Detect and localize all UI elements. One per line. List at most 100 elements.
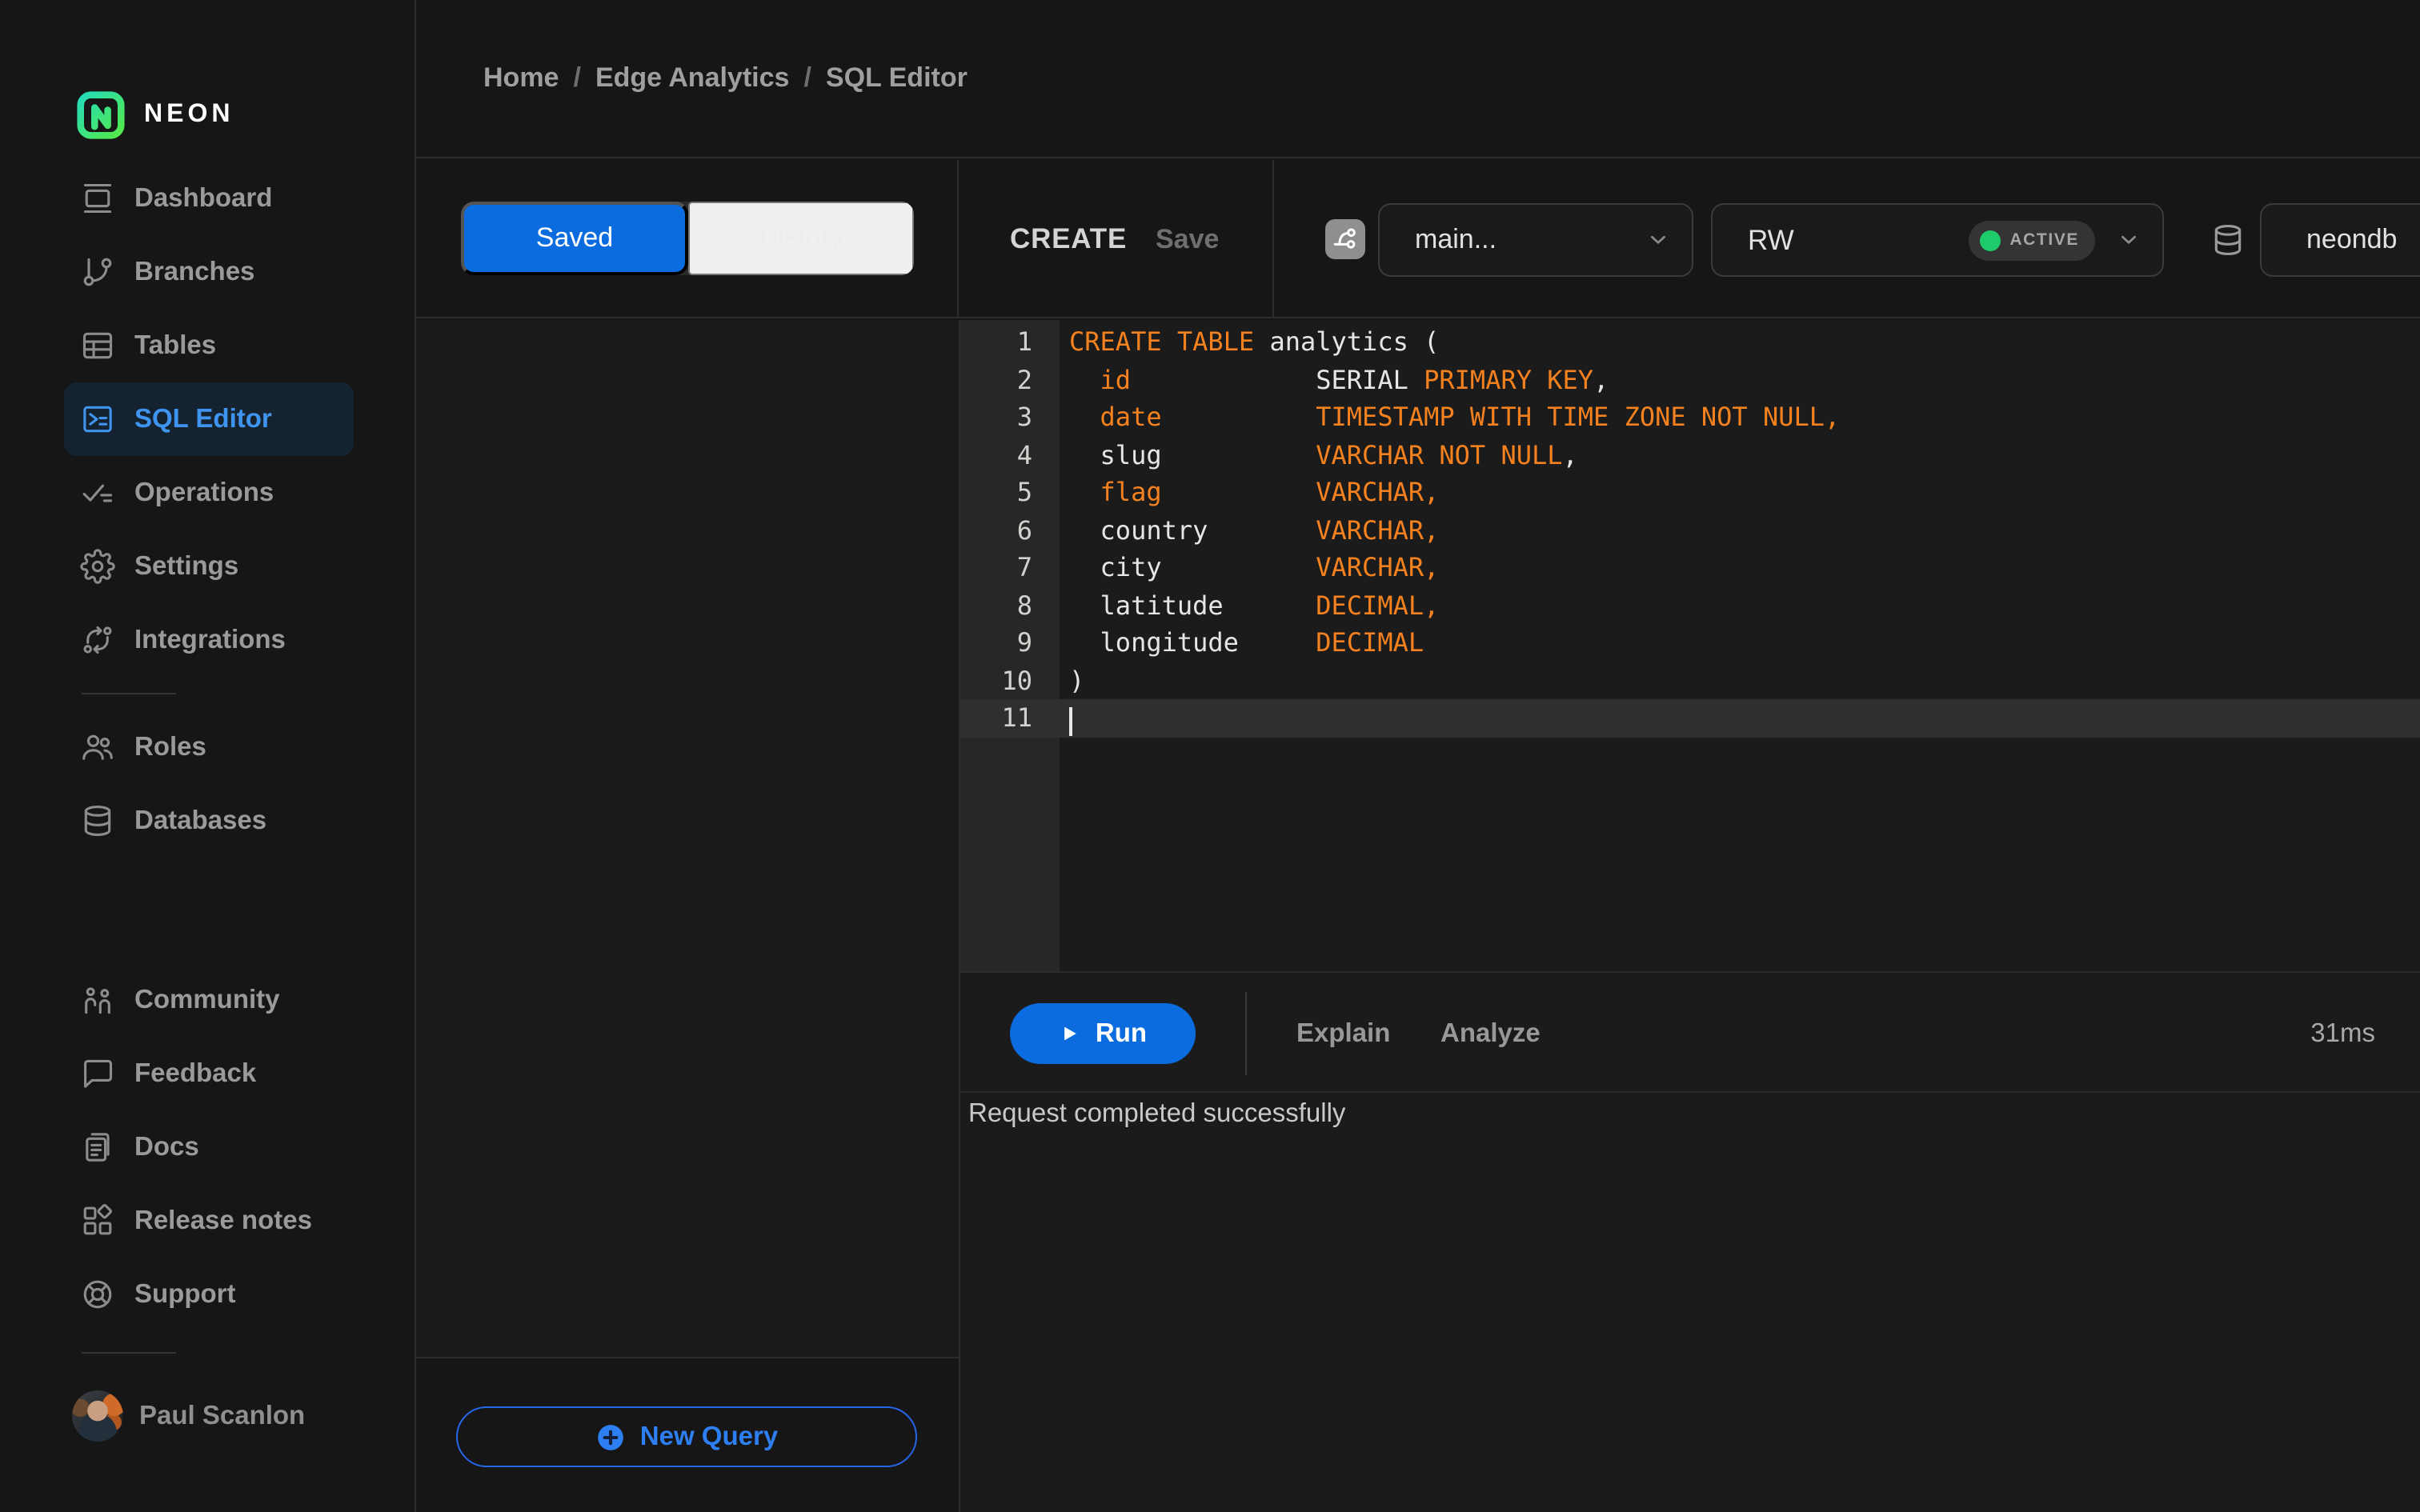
code-text: longitude DECIMAL <box>1069 627 1424 658</box>
tab-history[interactable]: History <box>688 202 914 275</box>
run-bar: Run Explain Analyze 31ms <box>960 971 2420 1093</box>
sidebar-item-dashboard[interactable]: Dashboard <box>64 162 354 235</box>
sidebar-item-label: Integrations <box>134 625 286 654</box>
branch-selector-value: main... <box>1415 224 1497 254</box>
sidebar-item-databases[interactable]: Databases <box>64 784 354 858</box>
new-query-label: New Query <box>639 1422 779 1450</box>
new-query-area: New Query <box>416 1358 959 1512</box>
line-number: 4 <box>1016 439 1032 470</box>
database-icon <box>80 803 115 838</box>
code-line-9: 9 longitude DECIMAL <box>960 624 2420 662</box>
new-query-button[interactable]: New Query <box>456 1406 917 1467</box>
brand-wordmark: NEON <box>144 100 234 127</box>
code-line-5: 5 flag VARCHAR, <box>960 474 2420 511</box>
compute-selector-value: RW <box>1748 223 1794 255</box>
code-text: id SERIAL PRIMARY KEY, <box>1100 364 1609 394</box>
status-badge: ACTIVE <box>1968 220 2095 260</box>
code-line-4: 4 slug VARCHAR NOT NULL, <box>960 436 2420 474</box>
breadcrumb-sql-editor: SQL Editor <box>825 62 968 93</box>
brand-logo[interactable]: NEON <box>0 0 415 162</box>
code-line-7: 7 city VARCHAR, <box>960 549 2420 586</box>
plus-circle-icon <box>595 1422 626 1452</box>
status-message: Request completed successfully <box>968 1099 1346 1128</box>
line-number: 11 <box>1001 702 1032 733</box>
code-lines: 1 CREATE TABLE analytics ( 2 id SERIAL PRI… <box>960 323 2420 737</box>
run-label: Run <box>1095 1018 1148 1047</box>
branch-badge-button[interactable] <box>1325 219 1365 259</box>
user-name: Paul Scanlon <box>139 1401 306 1430</box>
play-icon <box>1059 1022 1081 1045</box>
sidebar-item-branches[interactable]: Branches <box>64 235 354 309</box>
line-number: 6 <box>1016 514 1032 545</box>
save-button[interactable]: Save <box>1156 160 1219 317</box>
sidebar-item-docs[interactable]: Docs <box>64 1110 354 1184</box>
breadcrumb-home[interactable]: Home <box>483 62 559 94</box>
saved-history-tabs: Saved History <box>461 202 914 275</box>
community-icon <box>80 982 115 1018</box>
code-line-10: 10) <box>960 662 2420 699</box>
sidebar-item-label: SQL Editor <box>134 404 272 433</box>
sidebar-divider <box>82 1352 176 1354</box>
run-button[interactable]: Run <box>1010 1003 1196 1064</box>
code-text: city VARCHAR, <box>1069 552 1440 582</box>
roles-icon <box>80 730 115 765</box>
user-menu[interactable]: Paul Scanlon <box>72 1379 415 1453</box>
run-bar-divider <box>1245 992 1247 1075</box>
code-line-1: 1 CREATE TABLE analytics ( <box>960 323 2420 361</box>
code-text: ) <box>1069 665 1085 695</box>
breadcrumb-edge-analytics[interactable]: Edge Analytics <box>595 62 790 94</box>
code-text: latitude DECIMAL, <box>1069 590 1440 620</box>
docs-icon <box>80 1130 115 1165</box>
code-line-2: 2 id SERIAL PRIMARY KEY, <box>960 361 2420 398</box>
sidebar-item-label: Roles <box>134 732 206 761</box>
sidebar-item-label: Docs <box>134 1132 199 1161</box>
query-title: CREATE <box>1010 222 1128 254</box>
sidebar-item-label: Settings <box>134 551 239 580</box>
code-text: date TIMESTAMP WITH TIME ZONE NOT NULL, <box>1100 402 1841 432</box>
code-text: slug VARCHAR NOT NULL, <box>1069 439 1578 470</box>
query-panel-toolbar: Saved History <box>416 160 959 317</box>
line-number: 5 <box>1016 477 1032 507</box>
query-duration: 31ms <box>2310 1018 2375 1047</box>
sidebar-item-sql-editor[interactable]: SQL Editor <box>64 382 354 456</box>
sidebar-item-label: Tables <box>134 330 217 359</box>
release-notes-icon <box>80 1203 115 1238</box>
sidebar-item-label: Branches <box>134 257 255 286</box>
compute-selector[interactable]: RW ACTIVE <box>1711 203 2164 277</box>
neon-logo-icon <box>77 90 125 138</box>
branch-selector[interactable]: main... <box>1378 203 1693 277</box>
tab-saved[interactable]: Saved <box>461 202 688 275</box>
sql-editor-surface[interactable]: 1 CREATE TABLE analytics ( 2 id SERIAL PRI… <box>960 320 2420 971</box>
sidebar-item-community[interactable]: Community <box>64 963 354 1037</box>
database-icon <box>2210 222 2244 258</box>
editor-toolbar: Saved History CREATE Save main... RW ACT… <box>416 160 2420 318</box>
code-text: country VARCHAR, <box>1069 514 1440 545</box>
sidebar-item-operations[interactable]: Operations <box>64 456 354 530</box>
sidebar-item-settings[interactable]: Settings <box>64 530 354 603</box>
saved-queries-list <box>416 320 959 1358</box>
git-branch-icon <box>80 254 115 290</box>
branch-badge-icon <box>1332 226 1359 253</box>
sidebar-divider <box>82 693 176 694</box>
sidebar-item-tables[interactable]: Tables <box>64 309 354 382</box>
code-text: CREATE TABLE analytics ( <box>1069 326 1440 357</box>
active-status-dot <box>1979 230 2001 250</box>
active-status-label: ACTIVE <box>2009 230 2079 250</box>
sidebar-item-feedback[interactable]: Feedback <box>64 1037 354 1110</box>
explain-button[interactable]: Explain <box>1296 973 1390 1094</box>
database-selector[interactable]: neondb <box>2260 203 2420 277</box>
sidebar-item-support[interactable]: Support <box>64 1258 354 1331</box>
sidebar-item-roles[interactable]: Roles <box>64 710 354 784</box>
line-number: 2 <box>1016 364 1032 394</box>
sidebar-item-integrations[interactable]: Integrations <box>64 603 354 677</box>
line-number: 8 <box>1016 590 1032 620</box>
breadcrumb-separator: / <box>573 62 581 93</box>
analyze-button[interactable]: Analyze <box>1440 973 1541 1094</box>
gear-icon <box>80 549 115 584</box>
integrations-icon <box>80 622 115 658</box>
line-number: 9 <box>1016 627 1032 658</box>
line-number: 1 <box>1016 326 1032 357</box>
sidebar-item-release-notes[interactable]: Release notes <box>64 1184 354 1258</box>
sidebar-item-label: Feedback <box>134 1058 257 1087</box>
sidebar-item-label: Community <box>134 985 280 1014</box>
